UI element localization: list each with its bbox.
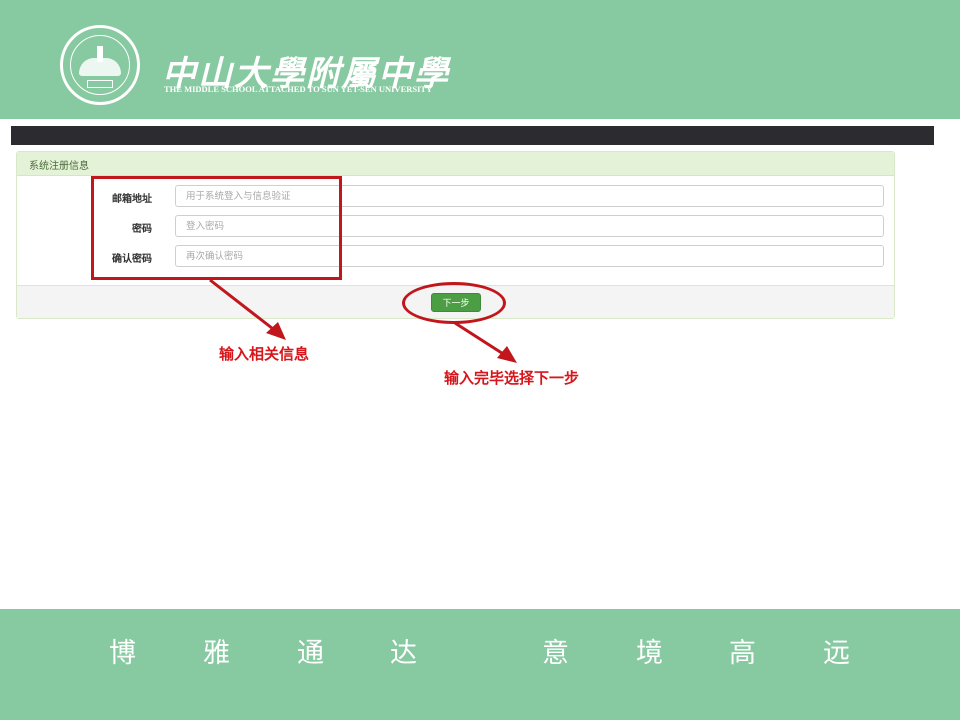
motto-char: 雅: [203, 638, 230, 669]
motto-char: 意: [542, 638, 569, 669]
arrow-to-next-hint: [454, 321, 517, 363]
motto-footer: 博 雅 通 达 意 境 高 远: [0, 609, 960, 720]
motto-char: 博: [109, 638, 136, 669]
arrow-to-input-hint: [209, 278, 286, 340]
motto-char: 达: [390, 638, 417, 669]
motto-char: 通: [297, 638, 324, 669]
annotation-next-hint: 输入完毕选择下一步: [444, 369, 580, 387]
annotation-input-hint: 输入相关信息: [219, 345, 310, 363]
motto-char: 远: [823, 638, 850, 669]
motto-char: 境: [636, 638, 663, 669]
motto-char: 高: [729, 638, 756, 669]
